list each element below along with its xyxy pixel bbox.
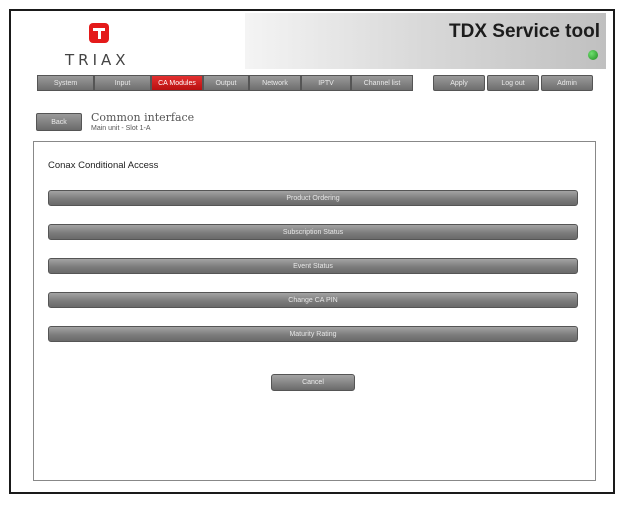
tab-network[interactable]: Network (249, 75, 301, 91)
maturity-rating-button[interactable]: Maturity Rating (48, 326, 578, 342)
tab-output[interactable]: Output (203, 75, 249, 91)
header-banner: TDX Service tool (245, 13, 606, 69)
tab-input[interactable]: Input (94, 75, 151, 91)
app-title: TDX Service tool (449, 21, 600, 42)
panel-title: Conax Conditional Access (48, 160, 159, 171)
triax-logo: TRIAX (39, 23, 159, 79)
change-ca-pin-button[interactable]: Change CA PIN (48, 292, 578, 308)
subscription-status-button[interactable]: Subscription Status (48, 224, 578, 240)
event-status-button[interactable]: Event Status (48, 258, 578, 274)
conax-panel: Conax Conditional Access Product Orderin… (33, 141, 596, 481)
product-ordering-button[interactable]: Product Ordering (48, 190, 578, 206)
app-window: TRIAX TDX Service tool System Input CA M… (9, 9, 615, 494)
header-actions: Apply Log out Admin (433, 75, 593, 91)
log-out-button[interactable]: Log out (487, 75, 539, 91)
tab-system[interactable]: System (37, 75, 94, 91)
page-subtitle: Main unit - Slot 1-A (91, 125, 151, 132)
brand-name: TRIAX (65, 51, 130, 69)
triax-logo-icon (89, 23, 109, 43)
tab-iptv[interactable]: IPTV (301, 75, 351, 91)
status-indicator-icon (588, 50, 598, 60)
admin-button[interactable]: Admin (541, 75, 593, 91)
back-button[interactable]: Back (36, 113, 82, 131)
tab-channel-list[interactable]: Channel list (351, 75, 413, 91)
apply-button[interactable]: Apply (433, 75, 485, 91)
page-title: Common interface (91, 111, 195, 124)
main-tabbar: System Input CA Modules Output Network I… (37, 75, 413, 91)
tab-ca-modules[interactable]: CA Modules (151, 75, 203, 91)
cancel-button[interactable]: Cancel (271, 374, 355, 391)
